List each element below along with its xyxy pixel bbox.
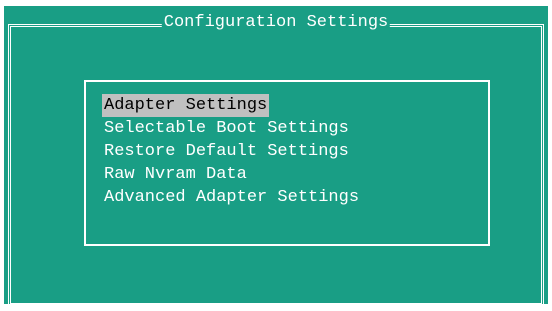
- menu-item-restore-default-settings[interactable]: Restore Default Settings: [102, 140, 361, 163]
- menu-item-advanced-adapter-settings[interactable]: Advanced Adapter Settings: [102, 186, 361, 209]
- menu-item-selectable-boot-settings[interactable]: Selectable Boot Settings: [102, 117, 361, 140]
- bios-screen: Configuration Settings Adapter Settings …: [0, 0, 552, 311]
- menu-item-adapter-settings[interactable]: Adapter Settings: [102, 94, 270, 117]
- configuration-menu: Adapter Settings Selectable Boot Setting…: [102, 94, 361, 209]
- menu-item-raw-nvram-data[interactable]: Raw Nvram Data: [102, 163, 361, 186]
- window-title: Configuration Settings: [161, 12, 391, 34]
